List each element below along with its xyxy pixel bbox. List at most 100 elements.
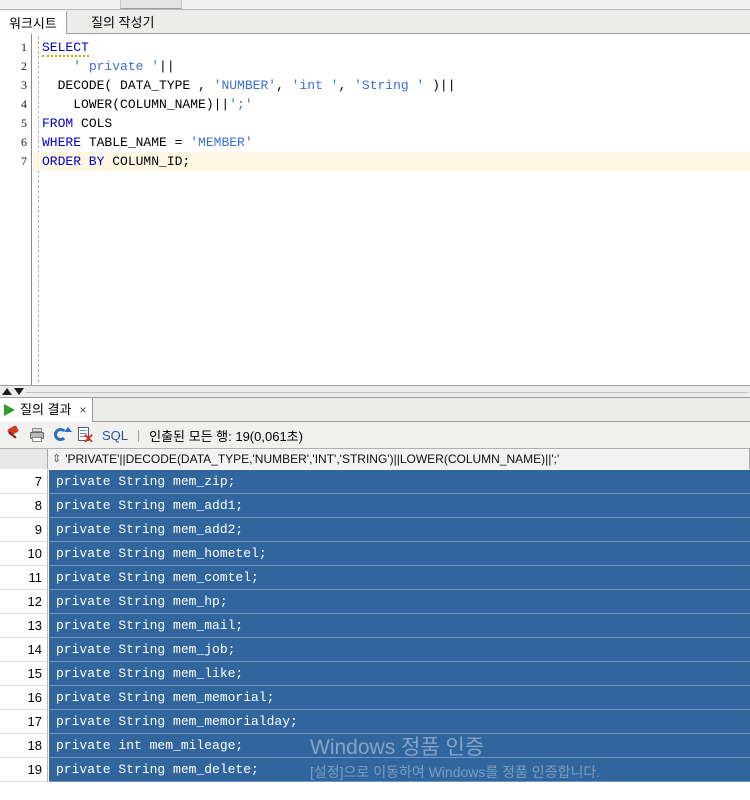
line-number: 3 [21, 78, 27, 92]
table-cell[interactable]: private int mem_mileage; [49, 734, 750, 758]
table-row[interactable]: 15 private String mem_like; [0, 662, 750, 686]
code-token: 'NUMBER' [213, 78, 277, 93]
table-cell[interactable]: private String mem_memorialday; [49, 710, 750, 734]
code-token: TABLE_NAME = [81, 135, 191, 150]
table-cell[interactable]: private String mem_add2; [49, 518, 750, 542]
row-number[interactable]: 19 [0, 758, 48, 782]
code-line[interactable]: DECODE( DATA_TYPE , 'NUMBER', 'int ', 'S… [33, 76, 750, 95]
splitter-grip [26, 392, 748, 393]
print-icon[interactable] [28, 426, 46, 444]
row-number[interactable]: 10 [0, 542, 48, 566]
table-row[interactable]: 16 private String mem_memorial; [0, 686, 750, 710]
row-number[interactable]: 18 [0, 734, 48, 758]
code-line[interactable]: LOWER(COLUMN_NAME)||';' [33, 95, 750, 114]
rows-fetched-label: 인출된 모든 행: 19(0,061초) [149, 428, 303, 444]
grid-header-row: ⇕ 'PRIVATE'||DECODE(DATA_TYPE,'NUMBER','… [0, 449, 750, 469]
code-token: ';' [229, 97, 253, 112]
table-row[interactable]: 9 private String mem_add2; [0, 518, 750, 542]
table-row[interactable]: 7 private String mem_zip; [0, 470, 750, 494]
editor-code-area[interactable]: SELECT ' private '|| DECODE( DATA_TYPE ,… [33, 34, 750, 385]
table-row[interactable]: 17 private String mem_memorialday; [0, 710, 750, 734]
results-tab-bar: 질의 결과 × [0, 398, 750, 422]
table-row[interactable]: 13 private String mem_mail; [0, 614, 750, 638]
sql-editor[interactable]: 1 2 3 4 5 6 7 SELECT ' private '|| DECODE( DAT… [0, 34, 750, 385]
code-line[interactable]: SELECT [33, 38, 750, 57]
line-number: 2 [21, 59, 27, 73]
splitter-down-arrow-icon[interactable] [14, 388, 24, 395]
code-token: COLUMN_ID; [104, 154, 191, 169]
code-token: , [276, 78, 292, 93]
sql-mode-label: SQL [102, 427, 129, 443]
row-number[interactable]: 13 [0, 614, 48, 638]
table-cell[interactable]: private String mem_add1; [49, 494, 750, 518]
table-row[interactable]: 18 private int mem_mileage; [0, 734, 750, 758]
row-number[interactable]: 11 [0, 566, 48, 590]
row-number[interactable]: 16 [0, 686, 48, 710]
row-number[interactable]: 7 [0, 470, 48, 494]
table-cell[interactable]: private String mem_delete; [49, 758, 750, 782]
tab-query-builder[interactable]: 질의 작성기 [82, 11, 163, 34]
results-toolbar: ✕ SQL | 인출된 모든 행: 19(0,061초) [0, 422, 750, 449]
window-top-strip [0, 0, 750, 10]
table-row[interactable]: 10 private String mem_hometel; [0, 542, 750, 566]
line-number: 6 [21, 135, 27, 149]
tab-worksheet-label: 워크시트 [9, 16, 57, 31]
code-token: SELECT [42, 40, 89, 57]
grid-column-header[interactable]: ⇕ 'PRIVATE'||DECODE(DATA_TYPE,'NUMBER','… [48, 449, 750, 469]
code-token: 'String ' [354, 78, 425, 93]
pin-icon[interactable] [4, 424, 22, 444]
result-grid[interactable]: ⇕ 'PRIVATE'||DECODE(DATA_TYPE,'NUMBER','… [0, 449, 750, 800]
code-line[interactable]: ' private '|| [33, 57, 750, 76]
grid-column-header-label: 'PRIVATE'||DECODE(DATA_TYPE,'NUMBER','IN… [65, 452, 560, 466]
table-cell[interactable]: private String mem_comtel; [49, 566, 750, 590]
close-icon[interactable]: × [79, 398, 86, 422]
table-cell[interactable]: private String mem_job; [49, 638, 750, 662]
row-number[interactable]: 15 [0, 662, 48, 686]
code-token: FROM [42, 116, 74, 131]
table-row[interactable]: 19 private String mem_delete; [0, 758, 750, 782]
clear-icon[interactable]: ✕ [76, 426, 94, 445]
toolbar-separator: | [137, 428, 141, 442]
sort-indicator-icon[interactable]: ⇕ [52, 453, 61, 465]
row-number[interactable]: 9 [0, 518, 48, 542]
tab-worksheet[interactable]: 워크시트 [0, 11, 67, 35]
table-cell[interactable]: private String mem_memorial; [49, 686, 750, 710]
table-row[interactable]: 12 private String mem_hp; [0, 590, 750, 614]
code-token: 'int ' [291, 78, 339, 93]
table-cell[interactable]: private String mem_like; [49, 662, 750, 686]
row-number[interactable]: 17 [0, 710, 48, 734]
refresh-icon[interactable] [52, 426, 72, 444]
code-token: ORDER BY [42, 154, 105, 169]
table-row[interactable]: 14 private String mem_job; [0, 638, 750, 662]
editor-gutter: 1 2 3 4 5 6 7 [0, 34, 32, 385]
code-line[interactable]: FROM COLS [33, 114, 750, 133]
table-cell[interactable]: private String mem_mail; [49, 614, 750, 638]
editor-tab-bar: 워크시트 질의 작성기 [0, 10, 750, 35]
code-line[interactable]: ORDER BY COLUMN_ID; [33, 152, 750, 171]
code-token: COLS [73, 116, 113, 131]
panel-splitter[interactable] [0, 385, 750, 398]
play-icon [4, 404, 15, 416]
grid-corner-cell[interactable] [0, 449, 48, 469]
row-number[interactable]: 8 [0, 494, 48, 518]
table-cell[interactable]: private String mem_hometel; [49, 542, 750, 566]
line-number: 7 [21, 154, 27, 168]
code-token: WHERE [42, 135, 82, 150]
row-number[interactable]: 12 [0, 590, 48, 614]
table-cell[interactable]: private String mem_zip; [49, 470, 750, 494]
sql-developer-window: 워크시트 질의 작성기 1234567 SELECT ' private '||… [0, 0, 750, 800]
code-token: ' private ' [73, 59, 160, 74]
tab-query-result-label: 질의 결과 [20, 402, 72, 417]
table-row[interactable]: 8 private String mem_add1; [0, 494, 750, 518]
tab-query-result[interactable]: 질의 결과 × [0, 398, 94, 422]
code-token: )|| [424, 78, 456, 93]
line-number: 1 [21, 40, 27, 54]
row-number[interactable]: 14 [0, 638, 48, 662]
table-cell[interactable]: private String mem_hp; [49, 590, 750, 614]
line-number: 4 [21, 97, 27, 111]
code-line[interactable]: WHERE TABLE_NAME = 'MEMBER' [33, 133, 750, 152]
table-row[interactable]: 11 private String mem_comtel; [0, 566, 750, 590]
tab-query-builder-label: 질의 작성기 [91, 15, 155, 30]
splitter-up-arrow-icon[interactable] [2, 388, 12, 395]
